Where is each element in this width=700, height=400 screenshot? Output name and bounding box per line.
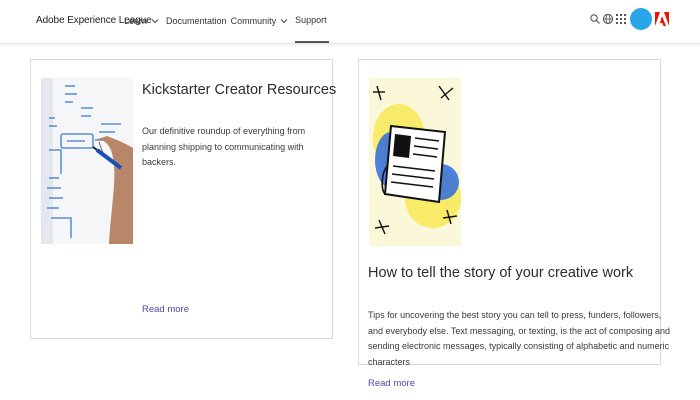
- nav-item-community[interactable]: Community: [231, 16, 290, 26]
- read-more-link[interactable]: Read more: [368, 378, 415, 389]
- header-tools: [589, 8, 670, 30]
- newspaper-illustration-image: [369, 78, 461, 246]
- card-title[interactable]: How to tell the story of your creative w…: [368, 265, 633, 281]
- chevron-down-icon: [151, 19, 159, 24]
- nav-item-support-label: Support: [295, 15, 327, 25]
- avatar[interactable]: [630, 8, 652, 30]
- whiteboard-sketch-image: [41, 78, 133, 244]
- resource-card[interactable]: Kickstarter Creator Resources Our defini…: [30, 59, 336, 339]
- read-more-link[interactable]: Read more: [142, 304, 189, 315]
- nav-item-documentation-label: Documentation: [166, 16, 227, 26]
- nav-item-documentation[interactable]: Documentation: [166, 16, 227, 26]
- card-description: Tips for uncovering the best story you c…: [368, 310, 671, 367]
- nav-item-community-label: Community: [230, 16, 277, 26]
- nav-item-learn-label: Learn: [124, 16, 148, 26]
- search-icon[interactable]: [589, 13, 601, 25]
- globe-icon[interactable]: [602, 13, 614, 25]
- apps-grid-icon[interactable]: [615, 13, 627, 25]
- chevron-down-icon: [280, 19, 288, 24]
- adobe-logo-icon[interactable]: [654, 11, 670, 27]
- top-navigation-bar: Adobe Experience League Learn Documentat…: [0, 0, 700, 44]
- card-description: Our definitive roundup of everything fro…: [142, 126, 306, 167]
- nav-item-learn[interactable]: Learn: [124, 16, 160, 26]
- card-title[interactable]: Kickstarter Creator Resources: [142, 82, 336, 98]
- nav-item-support[interactable]: Support: [295, 15, 329, 43]
- resource-card[interactable]: How to tell the story of your creative w…: [358, 59, 670, 389]
- main-nav: Learn Documentation Community Support: [124, 15, 329, 43]
